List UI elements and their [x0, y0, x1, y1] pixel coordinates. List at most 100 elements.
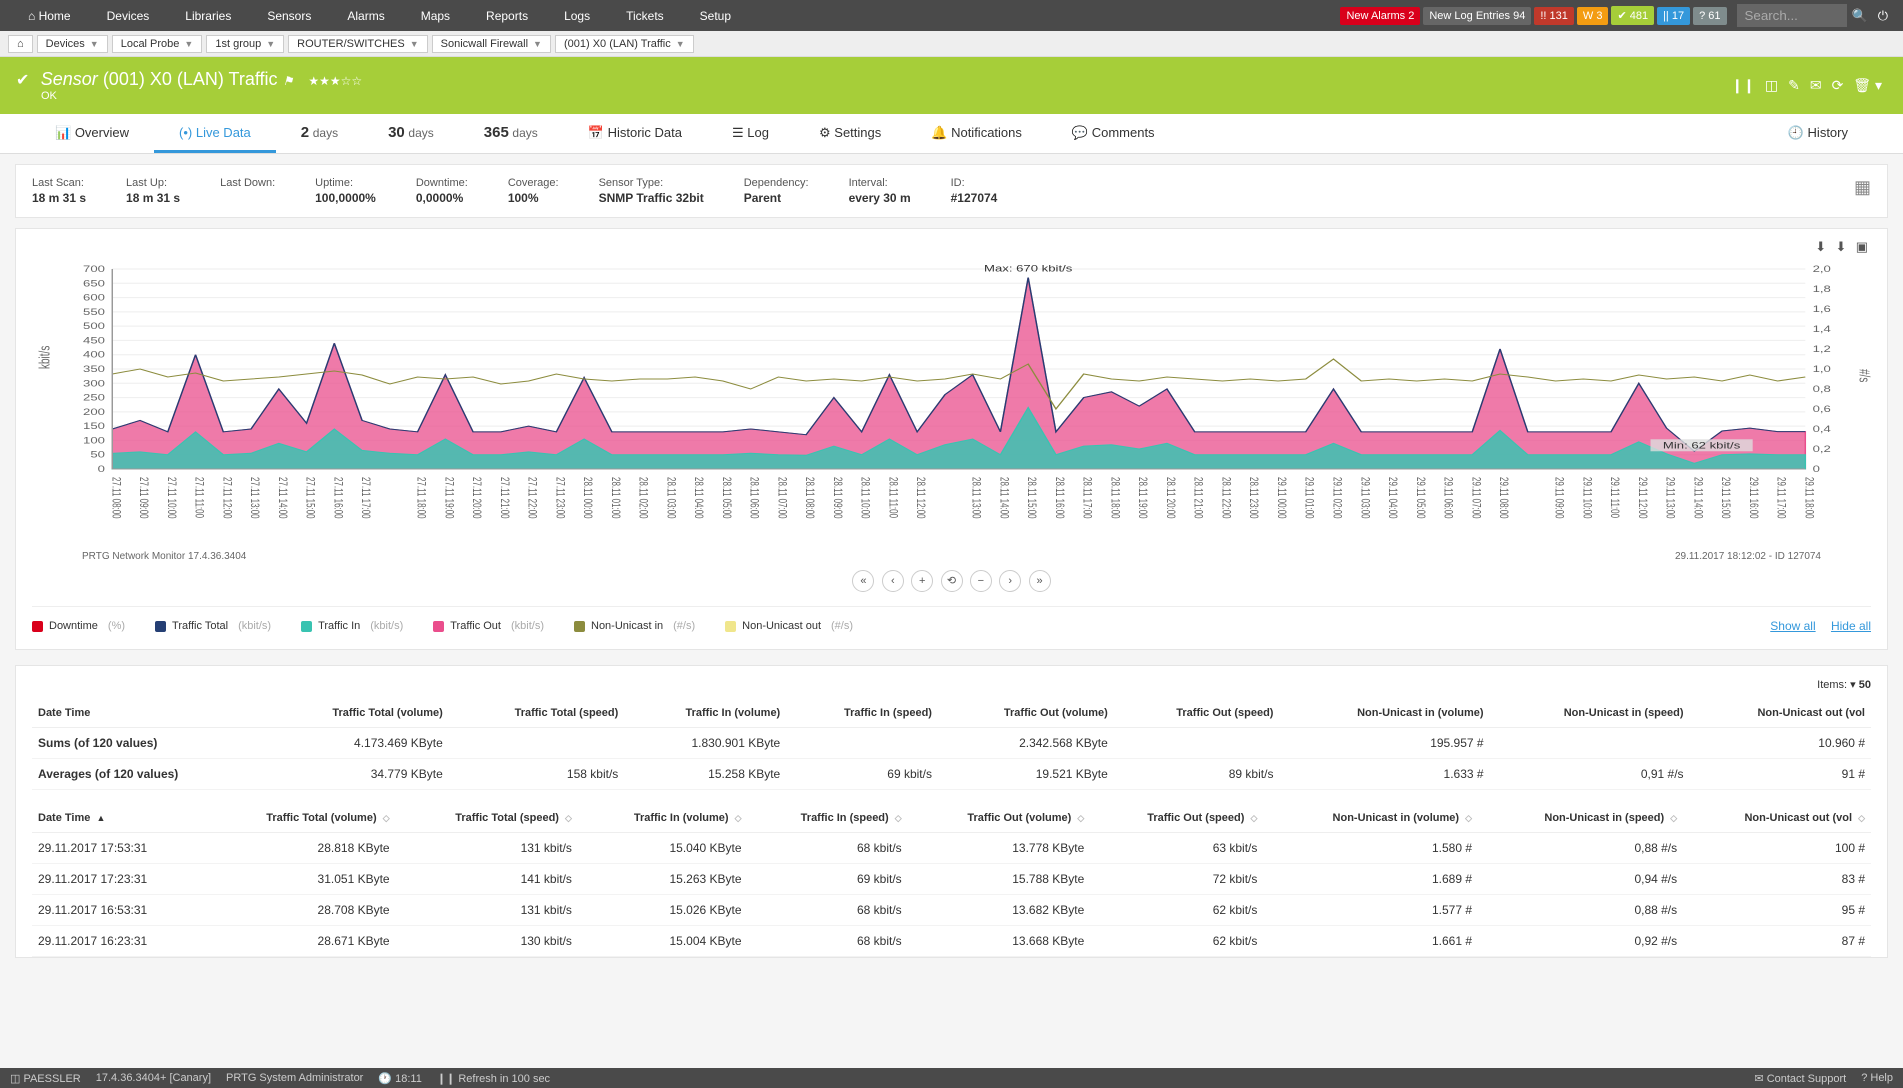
column-header[interactable]: Traffic In (speed) ◇: [748, 804, 908, 833]
tab-settings[interactable]: ⚙ Settings: [794, 115, 906, 153]
legend-item[interactable]: Traffic Out(kbit/s): [433, 620, 544, 632]
expand-icon[interactable]: ▣: [1853, 236, 1871, 257]
tab-historic[interactable]: 📅 Historic Data: [563, 115, 707, 153]
column-header[interactable]: Non-Unicast out (vol ◇: [1683, 804, 1871, 833]
legend-item[interactable]: Traffic Total(kbit/s): [155, 620, 271, 632]
tab-30-days[interactable]: 30 days: [363, 114, 459, 153]
search-icon[interactable]: 🔍: [1847, 8, 1873, 24]
sort-icon[interactable]: ◇: [735, 813, 742, 823]
tab-comments[interactable]: 💬 Comments: [1047, 115, 1180, 153]
nav-devices[interactable]: Devices: [89, 0, 168, 31]
badge-alarm-count[interactable]: !! 131: [1534, 7, 1574, 25]
svg-text:27.11 21:00: 27.11 21:00: [497, 477, 510, 519]
tab-log[interactable]: ☰ Log: [707, 115, 794, 153]
column-header[interactable]: Traffic Out (speed) ◇: [1090, 804, 1263, 833]
delete-icon[interactable]: 🗑 ▾: [1848, 77, 1887, 94]
sort-icon[interactable]: ◇: [1465, 813, 1472, 823]
tab-notifications[interactable]: 🔔 Notifications: [906, 115, 1047, 153]
sort-icon[interactable]: ◇: [565, 813, 572, 823]
column-header[interactable]: Traffic Out (volume) ◇: [908, 804, 1091, 833]
hide-all-link[interactable]: Hide all: [1831, 619, 1871, 633]
chart-first-icon[interactable]: «: [852, 570, 874, 592]
badge-unknown-count[interactable]: ? 61: [1693, 7, 1726, 25]
breadcrumb-router[interactable]: ROUTER/SWITCHES▼: [288, 35, 427, 53]
chevron-down-icon: ▼: [533, 39, 542, 49]
nav-alarms[interactable]: Alarms: [329, 0, 402, 31]
sort-icon[interactable]: ◇: [383, 813, 390, 823]
chart-last-icon[interactable]: »: [1029, 570, 1051, 592]
nav-setup[interactable]: Setup: [682, 0, 749, 31]
contact-support-link[interactable]: ✉ Contact Support: [1754, 1072, 1846, 1085]
svg-text:29.11 03:00: 29.11 03:00: [1358, 477, 1371, 519]
sort-up-icon[interactable]: ▲: [96, 813, 105, 823]
nav-maps[interactable]: Maps: [403, 0, 468, 31]
sort-icon[interactable]: ◇: [1858, 813, 1865, 823]
tab-history[interactable]: 🕘 History: [1763, 115, 1873, 153]
sort-icon[interactable]: ◇: [895, 813, 902, 823]
edit-icon[interactable]: ✎: [1783, 77, 1805, 94]
badge-new-alarms[interactable]: New Alarms 2: [1340, 7, 1420, 25]
svg-text:29.11 13:00: 29.11 13:00: [1663, 477, 1676, 519]
table-row[interactable]: 29.11.2017 17:23:3131.051 KByte141 kbit/…: [32, 864, 1871, 895]
chart-reset-icon[interactable]: ⟲: [941, 570, 963, 592]
badge-new-log[interactable]: New Log Entries 94: [1423, 7, 1531, 25]
column-header[interactable]: Traffic Total (speed) ◇: [396, 804, 578, 833]
column-header[interactable]: Non-Unicast in (speed) ◇: [1478, 804, 1683, 833]
save-icon[interactable]: ⬇: [1832, 236, 1849, 257]
breadcrumb-group[interactable]: 1st group▼: [206, 35, 284, 53]
badge-pause-count[interactable]: || 17: [1657, 7, 1690, 25]
nav-logs[interactable]: Logs: [546, 0, 608, 31]
pause-icon[interactable]: ❙❙: [1726, 77, 1759, 94]
popup-icon[interactable]: ◫: [1760, 77, 1783, 94]
priority-stars[interactable]: ★★★☆☆: [308, 74, 362, 88]
nav-reports[interactable]: Reports: [468, 0, 546, 31]
column-header[interactable]: Traffic Total (volume) ◇: [204, 804, 396, 833]
svg-text:28.11 19:00: 28.11 19:00: [1136, 477, 1149, 519]
help-link[interactable]: ? Help: [1861, 1072, 1893, 1084]
traffic-chart[interactable]: 0501001502002503003504004505005506006507…: [32, 259, 1871, 549]
badge-up-count[interactable]: ✔ 481: [1611, 6, 1654, 25]
table-row[interactable]: 29.11.2017 16:23:3128.671 KByte130 kbit/…: [32, 926, 1871, 957]
breadcrumb-sensor[interactable]: (001) X0 (LAN) Traffic▼: [555, 35, 694, 53]
mail-icon[interactable]: ✉: [1805, 77, 1827, 94]
chart-zoomout-icon[interactable]: −: [970, 570, 992, 592]
legend-item[interactable]: Non-Unicast in(#/s): [574, 620, 695, 632]
svg-text:1,0: 1,0: [1813, 365, 1831, 375]
column-header[interactable]: Date Time ▲: [32, 804, 204, 833]
legend-item[interactable]: Traffic In(kbit/s): [301, 620, 403, 632]
tab-365-days[interactable]: 365 days: [459, 114, 563, 153]
power-icon[interactable]: ⏻: [1873, 8, 1893, 24]
chart-next-icon[interactable]: ›: [999, 570, 1021, 592]
show-all-link[interactable]: Show all: [1770, 619, 1815, 633]
table-row[interactable]: 29.11.2017 17:53:3128.818 KByte131 kbit/…: [32, 833, 1871, 864]
signal-icon: (•): [179, 125, 192, 140]
table-row[interactable]: 29.11.2017 16:53:3128.708 KByte131 kbit/…: [32, 895, 1871, 926]
breadcrumb-probe[interactable]: Local Probe▼: [112, 35, 203, 53]
nav-home[interactable]: ⌂ Home: [10, 0, 89, 31]
breadcrumb-devices[interactable]: Devices▼: [37, 35, 108, 53]
column-header[interactable]: Non-Unicast in (volume) ◇: [1263, 804, 1478, 833]
column-header[interactable]: Traffic In (volume) ◇: [578, 804, 748, 833]
breadcrumb-device[interactable]: Sonicwall Firewall▼: [432, 35, 551, 53]
sort-icon[interactable]: ◇: [1250, 813, 1257, 823]
tab-2-days[interactable]: 2 days: [276, 114, 363, 153]
tab-live-data[interactable]: (•) Live Data: [154, 115, 276, 153]
chevron-down-icon[interactable]: ▾: [1850, 679, 1856, 691]
legend-swatch: [155, 621, 166, 632]
refresh-icon[interactable]: ⟳: [1827, 77, 1849, 94]
sort-icon[interactable]: ◇: [1670, 813, 1677, 823]
search-input[interactable]: [1737, 4, 1847, 27]
nav-tickets[interactable]: Tickets: [608, 0, 682, 31]
nav-libraries[interactable]: Libraries: [167, 0, 249, 31]
badge-warn-count[interactable]: W 3: [1577, 7, 1609, 25]
download-icon[interactable]: ⬇: [1812, 236, 1829, 257]
breadcrumb-home[interactable]: ⌂: [8, 35, 33, 53]
chart-zoomin-icon[interactable]: +: [911, 570, 933, 592]
chart-prev-icon[interactable]: ‹: [882, 570, 904, 592]
legend-item[interactable]: Downtime(%): [32, 620, 125, 632]
sort-icon[interactable]: ◇: [1077, 813, 1084, 823]
nav-sensors[interactable]: Sensors: [249, 0, 329, 31]
tab-overview[interactable]: 📊 Overview: [30, 115, 154, 153]
qr-icon[interactable]: ▦: [1854, 177, 1871, 205]
legend-item[interactable]: Non-Unicast out(#/s): [725, 620, 853, 632]
